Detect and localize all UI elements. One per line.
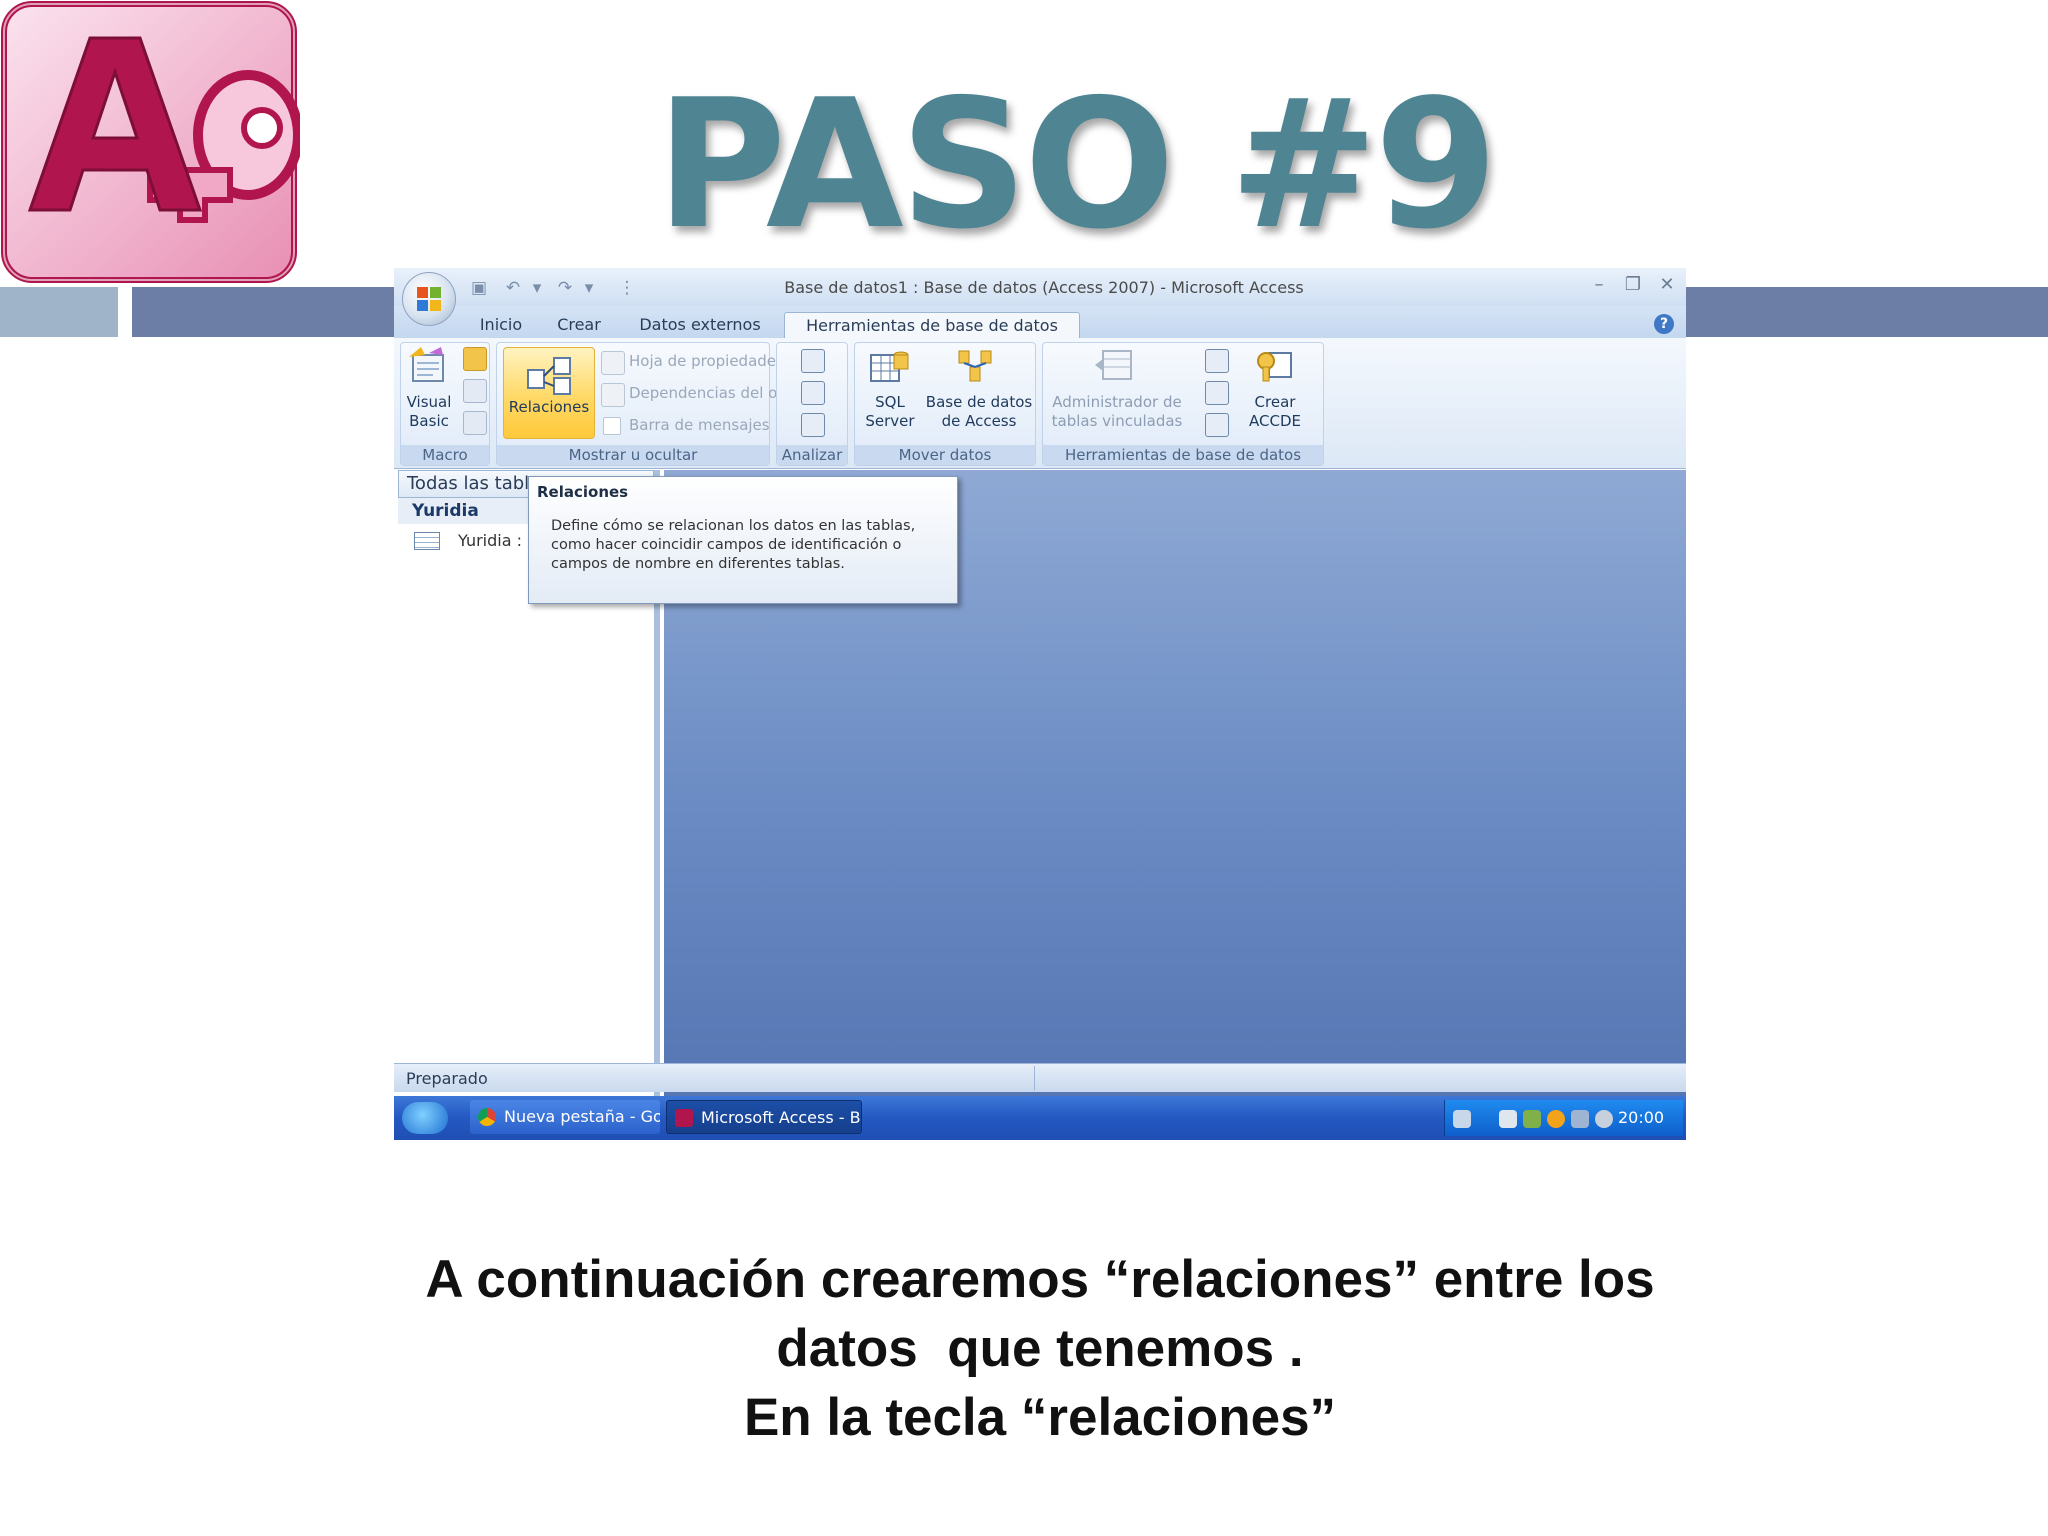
tab-inicio[interactable]: Inicio [466,312,536,338]
visual-basic-label-1[interactable]: Visual [401,393,457,412]
access-logo-icon [0,0,303,285]
update-icon[interactable] [1595,1110,1613,1128]
help-icon[interactable]: ? [1654,314,1674,334]
customize-qat-icon[interactable]: ⋮ [616,278,638,298]
property-sheet-icon[interactable] [601,351,625,375]
quick-access-toolbar: ▣ ↶ ▾ ↷ ▾ ⋮ [468,276,648,300]
office-button[interactable] [402,272,456,326]
status-text: Preparado [406,1069,488,1088]
office-logo-icon [417,287,441,311]
undo-icon[interactable]: ↶ [502,278,524,298]
group-label-macro: Macro [401,445,489,465]
group-label-mover: Mover datos [855,445,1035,465]
tab-crear[interactable]: Crear [544,312,614,338]
access-database-icon[interactable] [955,347,995,385]
visual-basic-label-2[interactable]: Basic [401,412,457,431]
relaciones-label: Relaciones [508,398,590,416]
antivirus-icon[interactable] [1547,1110,1565,1128]
redo-icon[interactable]: ↷ [554,278,576,298]
relaciones-button[interactable]: Relaciones [503,347,595,439]
restore-icon[interactable]: ❐ [1620,272,1646,298]
chrome-icon [478,1108,496,1126]
slide-caption: A continuación crearemos “relaciones” en… [240,1245,1840,1452]
tooltip-body: Define cómo se relacionan los datos en l… [551,518,916,572]
taskbar-access[interactable]: Microsoft Access - Ba... [666,1100,862,1134]
sql-server-label-1[interactable]: SQL [855,393,925,412]
admin-tablas-label-2[interactable]: tablas vinculadas [1043,412,1191,431]
sql-server-icon[interactable] [869,347,909,385]
ribbon-tabs: Inicio Crear Datos externos Herramientas… [394,306,1686,339]
table-icon [414,532,440,550]
admin-tablas-label-1[interactable]: Administrador de [1043,393,1191,412]
tab-herramientas[interactable]: Herramientas de base de datos [784,312,1080,339]
close-icon[interactable]: ✕ [1654,272,1680,298]
analyze-table-icon[interactable] [801,413,825,437]
tab-datos-externos[interactable]: Datos externos [632,312,768,338]
chevron-down-icon[interactable]: ▾ [578,278,600,298]
access-db-label-1[interactable]: Base de datos [925,393,1033,412]
window-title: Base de datos1 : Base de datos (Access 2… [784,278,1304,297]
analyze-performance-icon[interactable] [801,381,825,405]
tooltip-title: Relaciones [537,483,629,501]
taskbar-clock: 20:00 [1618,1108,1665,1127]
hoja-propiedades-label[interactable]: Hoja de propiedades [629,352,784,370]
chevron-down-icon[interactable]: ▾ [526,278,548,298]
documenter-icon[interactable] [801,349,825,373]
minimize-icon[interactable]: – [1586,272,1612,298]
crear-accde-label-1[interactable]: Crear [1235,393,1315,412]
group-label-herramientas: Herramientas de base de datos [1043,445,1323,465]
nav-table-label: Yuridia : [458,531,522,550]
sql-server-label-2[interactable]: Server [855,412,925,431]
message-bar-checkbox[interactable] [603,417,621,435]
relationships-icon [527,357,571,395]
taskbar: Nueva pestaña - Goo... Microsoft Access … [394,1096,1686,1140]
taskbar-chrome-label: Nueva pestaña - Goo... [504,1107,660,1126]
access-db-label-2[interactable]: de Access [925,412,1033,431]
ribbon: Visual Basic Macro Relaciones Hoja de pr… [394,338,1686,469]
slide-title: PASO #9 [655,61,1498,268]
group-label-analizar: Analizar [777,445,847,465]
group-macro: Visual Basic Macro [400,342,490,466]
linked-table-manager-icon[interactable] [1095,347,1135,385]
crear-accde-label-2[interactable]: ACCDE [1235,412,1315,431]
run-macro-icon[interactable] [463,347,487,371]
group-mostrar-ocultar: Relaciones Hoja de propiedades Dependenc… [496,342,815,466]
barra-mensajes-label[interactable]: Barra de mensajes [629,416,770,434]
volume-icon[interactable] [1499,1110,1517,1128]
title-bar: ▣ ↶ ▾ ↷ ▾ ⋮ Base de datos1 : Base de dat… [394,268,1686,306]
encrypt-icon[interactable] [1205,381,1229,405]
access-window: ▣ ↶ ▾ ↷ ▾ ⋮ Base de datos1 : Base de dat… [394,268,1686,1140]
group-herramientas: Administrador de tablas vinculadas Crear… [1042,342,1324,466]
start-button-icon[interactable] [402,1102,448,1134]
decorative-bar-left [0,287,118,337]
keyboard-icon[interactable] [1453,1110,1471,1128]
group-label-mostrar: Mostrar u ocultar [497,445,769,465]
create-accde-icon[interactable] [1255,347,1295,385]
macro-script-icon[interactable] [463,411,487,435]
save-icon[interactable]: ▣ [468,278,490,298]
network-icon[interactable] [1523,1110,1541,1128]
taskbar-chrome[interactable]: Nueva pestaña - Goo... [470,1100,660,1134]
group-mover-datos: SQL Server Base de datos de Access Mover… [854,342,1036,466]
access-task-icon [675,1109,693,1127]
switchboard-icon[interactable] [1205,349,1229,373]
caption-line-3: En la tecla “relaciones” [743,1388,1337,1447]
convert-macros-icon[interactable] [463,379,487,403]
taskbar-access-label: Microsoft Access - Ba... [701,1108,861,1127]
status-divider [1034,1066,1035,1090]
status-bar: Preparado [394,1063,1686,1092]
dependencies-icon[interactable] [601,383,625,407]
group-analizar: Analizar [776,342,848,466]
visual-basic-icon [409,347,444,382]
relaciones-tooltip: Relaciones Define cómo se relacionan los… [528,476,958,604]
caption-line-1: A continuación crearemos “relaciones” en… [425,1250,1655,1309]
add-ins-icon[interactable] [1205,413,1229,437]
display-icon[interactable] [1571,1110,1589,1128]
caption-line-2: datos que tenemos . [776,1319,1304,1378]
